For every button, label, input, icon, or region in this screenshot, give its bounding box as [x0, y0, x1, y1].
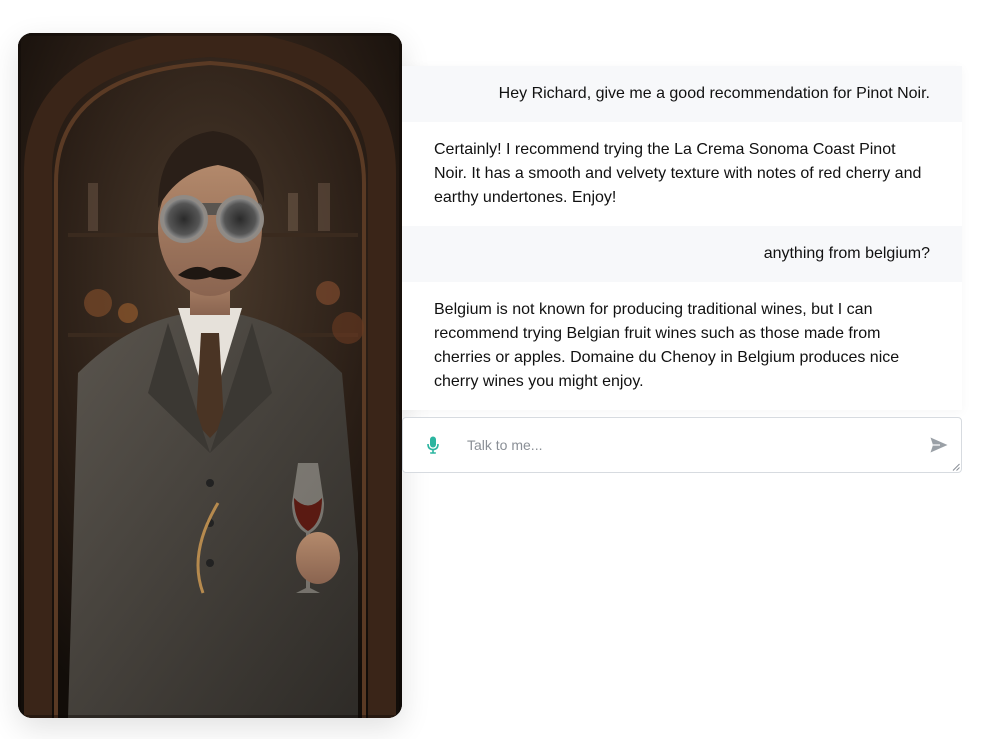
portrait-image	[18, 33, 402, 718]
gentleman-portrait-illustration	[18, 33, 402, 718]
assistant-message: Certainly! I recommend trying the La Cre…	[402, 122, 962, 226]
send-icon	[930, 437, 948, 453]
user-message: anything from belgium?	[402, 226, 962, 282]
resize-handle[interactable]	[952, 463, 960, 471]
assistant-message: Belgium is not known for producing tradi…	[402, 282, 962, 410]
chat-transcript: Hey Richard, give me a good recommendati…	[402, 66, 962, 410]
microphone-icon	[427, 436, 439, 454]
microphone-button[interactable]	[403, 418, 463, 472]
user-message: Hey Richard, give me a good recommendati…	[402, 66, 962, 122]
chat-input-bar	[402, 417, 962, 473]
chat-input[interactable]	[463, 418, 917, 472]
